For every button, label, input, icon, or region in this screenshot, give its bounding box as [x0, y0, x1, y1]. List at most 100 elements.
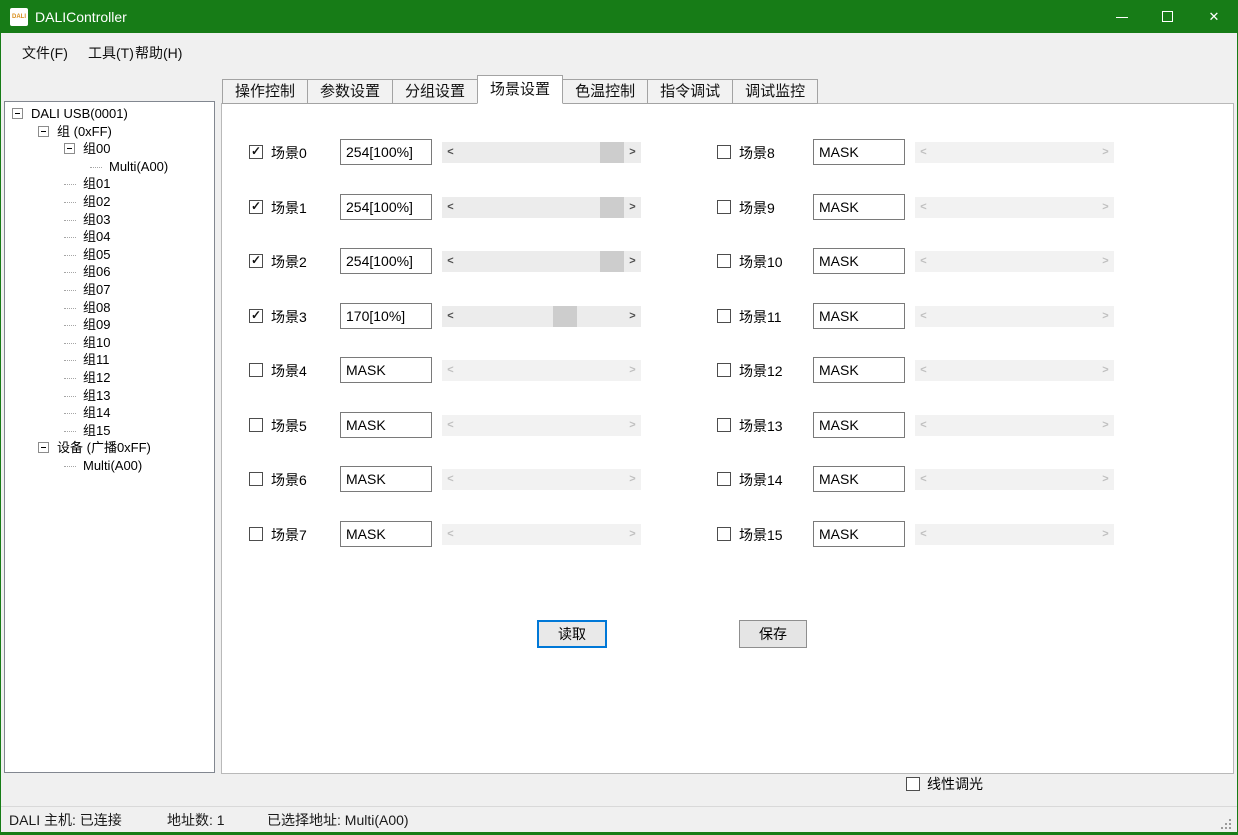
scene-label: 场景15: [739, 521, 783, 549]
scroll-left-arrow-icon[interactable]: <: [915, 415, 932, 436]
scroll-left-arrow-icon[interactable]: <: [915, 469, 932, 490]
scroll-left-arrow-icon[interactable]: <: [915, 197, 932, 218]
scene-label: 场景12: [739, 357, 783, 385]
tree-connector: [64, 290, 76, 291]
tree-item-label: 设备 (广播0xFF): [57, 439, 151, 457]
tab-3[interactable]: 分组设置: [392, 79, 478, 104]
scene-row: 场景14<>: [1, 466, 1238, 494]
scene-value-input[interactable]: [813, 248, 905, 274]
maximize-button[interactable]: [1145, 1, 1191, 33]
tree-item-label: 组04: [83, 228, 110, 246]
scroll-left-arrow-icon[interactable]: <: [915, 360, 932, 381]
scene-row: 场景9<>: [1, 194, 1238, 222]
maximize-icon: [1162, 11, 1173, 22]
scene-checkbox[interactable]: [717, 145, 731, 159]
tab-6[interactable]: 指令调试: [647, 79, 733, 104]
resize-grip-icon[interactable]: [1221, 819, 1231, 829]
scene-level-scrollbar[interactable]: <>: [915, 197, 1114, 218]
scene-value-input[interactable]: [813, 466, 905, 492]
scroll-right-arrow-icon[interactable]: >: [1097, 524, 1114, 545]
scroll-left-arrow-icon[interactable]: <: [915, 142, 932, 163]
scene-level-scrollbar[interactable]: <>: [915, 524, 1114, 545]
scroll-left-arrow-icon[interactable]: <: [915, 306, 932, 327]
scroll-right-arrow-icon[interactable]: >: [1097, 415, 1114, 436]
scroll-right-arrow-icon[interactable]: >: [1097, 251, 1114, 272]
tree-expander-icon[interactable]: [12, 108, 23, 119]
scene-level-scrollbar[interactable]: <>: [915, 251, 1114, 272]
scene-value-input[interactable]: [813, 357, 905, 383]
status-address-count: 地址数: 1: [167, 807, 225, 835]
scroll-right-arrow-icon[interactable]: >: [1097, 306, 1114, 327]
tab-5[interactable]: 色温控制: [562, 79, 648, 104]
close-icon: ✕: [1191, 1, 1237, 33]
scene-level-scrollbar[interactable]: <>: [915, 142, 1114, 163]
scene-level-scrollbar[interactable]: <>: [915, 469, 1114, 490]
titlebar: DALI DALIController ✕: [1, 1, 1237, 33]
scene-row: 场景12<>: [1, 357, 1238, 385]
scene-value-input[interactable]: [813, 521, 905, 547]
scroll-right-arrow-icon[interactable]: >: [1097, 360, 1114, 381]
tree-item-label: DALI USB(0001): [31, 105, 128, 123]
tab-1[interactable]: 操作控制: [222, 79, 308, 104]
tab-strip: 操作控制参数设置分组设置场景设置色温控制指令调试调试监控: [223, 76, 818, 104]
linear-dimming-label: 线性调光: [927, 776, 983, 792]
tree-item-label: 组10: [83, 334, 110, 352]
tab-7[interactable]: 调试监控: [732, 79, 818, 104]
tree-connector: [64, 237, 76, 238]
scene-label: 场景11: [739, 303, 782, 331]
menu-item-3[interactable]: 帮助(H): [129, 33, 188, 73]
scroll-left-arrow-icon[interactable]: <: [915, 524, 932, 545]
scene-row: 场景8<>: [1, 139, 1238, 167]
scene-label: 场景8: [739, 139, 775, 167]
scene-checkbox[interactable]: [717, 472, 731, 486]
scene-checkbox[interactable]: [717, 527, 731, 541]
tree-item-label: 组01: [83, 175, 110, 193]
menu-item-1[interactable]: 文件(F): [16, 33, 74, 73]
linear-dimming-checkbox[interactable]: [906, 777, 920, 791]
tree-item-label: 组 (0xFF): [57, 123, 112, 141]
scene-row: 场景10<>: [1, 248, 1238, 276]
tree-item-label: 组07: [83, 281, 110, 299]
read-button[interactable]: 读取: [537, 620, 607, 648]
tree-connector: [64, 343, 76, 344]
status-bar: DALI 主机: 已连接 地址数: 1 已选择地址: Multi(A00): [1, 806, 1237, 834]
minimize-icon: [1116, 17, 1128, 18]
close-button[interactable]: ✕: [1191, 1, 1237, 33]
scene-checkbox[interactable]: [717, 254, 731, 268]
tree-connector: [64, 184, 76, 185]
scene-checkbox[interactable]: [717, 363, 731, 377]
scroll-right-arrow-icon[interactable]: >: [1097, 142, 1114, 163]
scroll-left-arrow-icon[interactable]: <: [915, 251, 932, 272]
scene-row: 场景15<>: [1, 521, 1238, 549]
menu-bar: 文件(F)工具(T)帮助(H): [2, 33, 1236, 73]
scene-label: 场景14: [739, 466, 783, 494]
scene-value-input[interactable]: [813, 303, 905, 329]
scene-level-scrollbar[interactable]: <>: [915, 415, 1114, 436]
scene-value-input[interactable]: [813, 194, 905, 220]
scene-checkbox[interactable]: [717, 418, 731, 432]
tree-expander-icon[interactable]: [38, 126, 49, 137]
scene-label: 场景13: [739, 412, 783, 440]
scroll-right-arrow-icon[interactable]: >: [1097, 197, 1114, 218]
save-button[interactable]: 保存: [739, 620, 807, 648]
minimize-button[interactable]: [1099, 1, 1145, 33]
window-title: DALIController: [35, 1, 127, 33]
scene-value-input[interactable]: [813, 139, 905, 165]
tree-expander-icon[interactable]: [38, 442, 49, 453]
tree-item-label: 组13: [83, 387, 110, 405]
scene-checkbox[interactable]: [717, 309, 731, 323]
scene-row: 场景13<>: [1, 412, 1238, 440]
status-selected-address: 已选择地址: Multi(A00): [267, 807, 409, 835]
scene-label: 场景9: [739, 194, 775, 222]
scroll-right-arrow-icon[interactable]: >: [1097, 469, 1114, 490]
scene-checkbox[interactable]: [717, 200, 731, 214]
scene-value-input[interactable]: [813, 412, 905, 438]
tab-2[interactable]: 参数设置: [307, 79, 393, 104]
scene-level-scrollbar[interactable]: <>: [915, 360, 1114, 381]
tab-4[interactable]: 场景设置: [477, 75, 563, 104]
status-host: DALI 主机: 已连接: [9, 807, 122, 835]
scene-level-scrollbar[interactable]: <>: [915, 306, 1114, 327]
app-window: DALI DALIController ✕ 文件(F)工具(T)帮助(H) DA…: [0, 0, 1238, 835]
window-controls: ✕: [1099, 1, 1237, 33]
app-icon: DALI: [10, 8, 28, 26]
